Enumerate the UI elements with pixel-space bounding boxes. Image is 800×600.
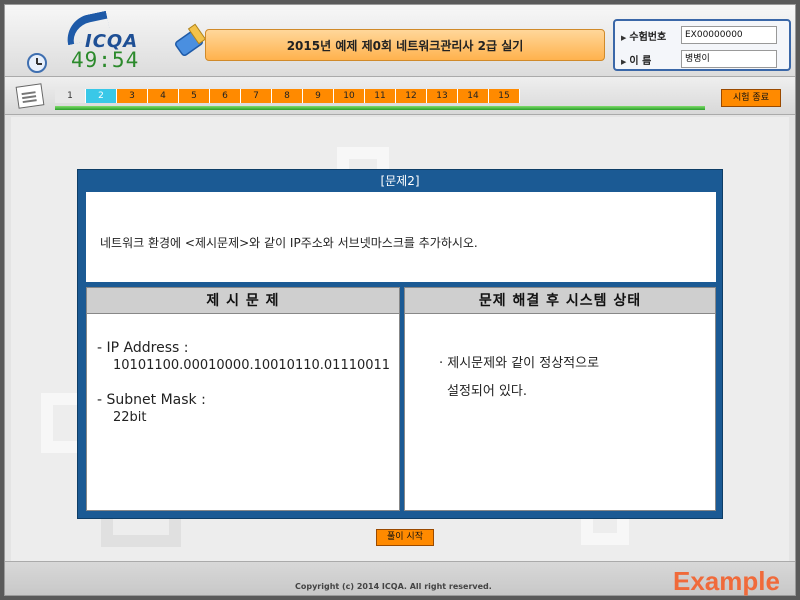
header: ICQA 49:54 2015년 예제 제0회 네트워크관리사 2급 실기 수험…	[5, 5, 795, 77]
question-tab-12[interactable]: 12	[396, 89, 427, 103]
system-state-line2: 설정되어 있다.	[447, 384, 528, 399]
examinee-info: 수험번호 EX00000000 이 름 병병이	[613, 19, 791, 71]
progress-fill	[55, 106, 705, 110]
memo-icon[interactable]	[15, 83, 45, 109]
footer: Copyright (c) 2014 ICQA. All right reser…	[5, 561, 795, 596]
subnet-mask-block: - Subnet Mask : 22bit	[97, 392, 206, 426]
clock-icon	[27, 53, 47, 73]
exam-number-row: 수험번호 EX00000000	[621, 25, 777, 45]
exam-title: 2015년 예제 제0회 네트워크관리사 2급 실기	[205, 29, 605, 61]
system-state-line1: · 제시문제와 같이 정상적으로	[439, 356, 600, 371]
question-tab-6[interactable]: 6	[210, 89, 241, 103]
ip-address-block: - IP Address : 10101100.00010000.1001011…	[97, 340, 390, 374]
question-panel: [문제2] 네트워크 환경에 <제시문제>와 같이 IP주소와 서브넷마스크를 …	[77, 169, 723, 519]
question-title: [문제2]	[380, 174, 420, 188]
question-tab-13[interactable]: 13	[427, 89, 458, 103]
question-tab-10[interactable]: 10	[334, 89, 365, 103]
timer: 49:54	[71, 48, 140, 72]
example-watermark: Example	[673, 566, 780, 596]
given-problem-column: 제 시 문 제 - IP Address : 10101100.00010000…	[86, 287, 400, 511]
app-window: ICQA 49:54 2015년 예제 제0회 네트워크관리사 2급 실기 수험…	[4, 4, 796, 596]
question-tab-15[interactable]: 15	[489, 89, 520, 103]
name-field: 병병이	[681, 50, 777, 68]
main-area: [문제2] 네트워크 환경에 <제시문제>와 같이 IP주소와 서브넷마스크를 …	[11, 117, 789, 561]
system-state-header: 문제 해결 후 시스템 상태	[405, 288, 715, 314]
question-tab-9[interactable]: 9	[303, 89, 334, 103]
question-tab-7[interactable]: 7	[241, 89, 272, 103]
question-tab-11[interactable]: 11	[365, 89, 396, 103]
question-tab-4[interactable]: 4	[148, 89, 179, 103]
given-problem-header: 제 시 문 제	[87, 288, 399, 314]
exam-number-field: EX00000000	[681, 26, 777, 44]
question-tabs: 1 2 3 4 5 6 7 8 9 10 11 12 13 14 15	[55, 89, 520, 103]
progress-bar	[55, 106, 705, 110]
ip-address-value: 10101100.00010000.10010110.01110011	[113, 358, 391, 373]
question-tab-3[interactable]: 3	[117, 89, 148, 103]
start-solving-button[interactable]: 풀이 시작	[376, 529, 434, 546]
name-row: 이 름 병병이	[621, 49, 777, 69]
name-label: 이 름	[621, 52, 681, 67]
question-text-box: 네트워크 환경에 <제시문제>와 같이 IP주소와 서브넷마스크를 추가하시오.	[86, 192, 716, 282]
question-tab-14[interactable]: 14	[458, 89, 489, 103]
system-state-text: · 제시문제와 같이 정상적으로 설정되어 있다.	[439, 350, 599, 406]
question-text: 네트워크 환경에 <제시문제>와 같이 IP주소와 서브넷마스크를 추가하시오.	[100, 236, 478, 250]
question-nav: 1 2 3 4 5 6 7 8 9 10 11 12 13 14 15 시험 종료	[5, 77, 795, 115]
subnet-mask-value: 22bit	[113, 410, 147, 425]
end-exam-button[interactable]: 시험 종료	[721, 89, 781, 107]
copyright-text: Copyright (c) 2014 ICQA. All right reser…	[295, 582, 492, 591]
question-tab-8[interactable]: 8	[272, 89, 303, 103]
exam-number-label: 수험번호	[621, 28, 681, 43]
ip-address-label: - IP Address :	[97, 340, 189, 356]
icqa-logo: ICQA 49:54	[21, 10, 161, 75]
subnet-mask-label: - Subnet Mask :	[97, 392, 206, 408]
question-tab-2[interactable]: 2	[86, 89, 117, 103]
system-state-column: 문제 해결 후 시스템 상태 · 제시문제와 같이 정상적으로 설정되어 있다.	[404, 287, 716, 511]
question-tab-1[interactable]: 1	[55, 89, 86, 103]
question-tab-5[interactable]: 5	[179, 89, 210, 103]
